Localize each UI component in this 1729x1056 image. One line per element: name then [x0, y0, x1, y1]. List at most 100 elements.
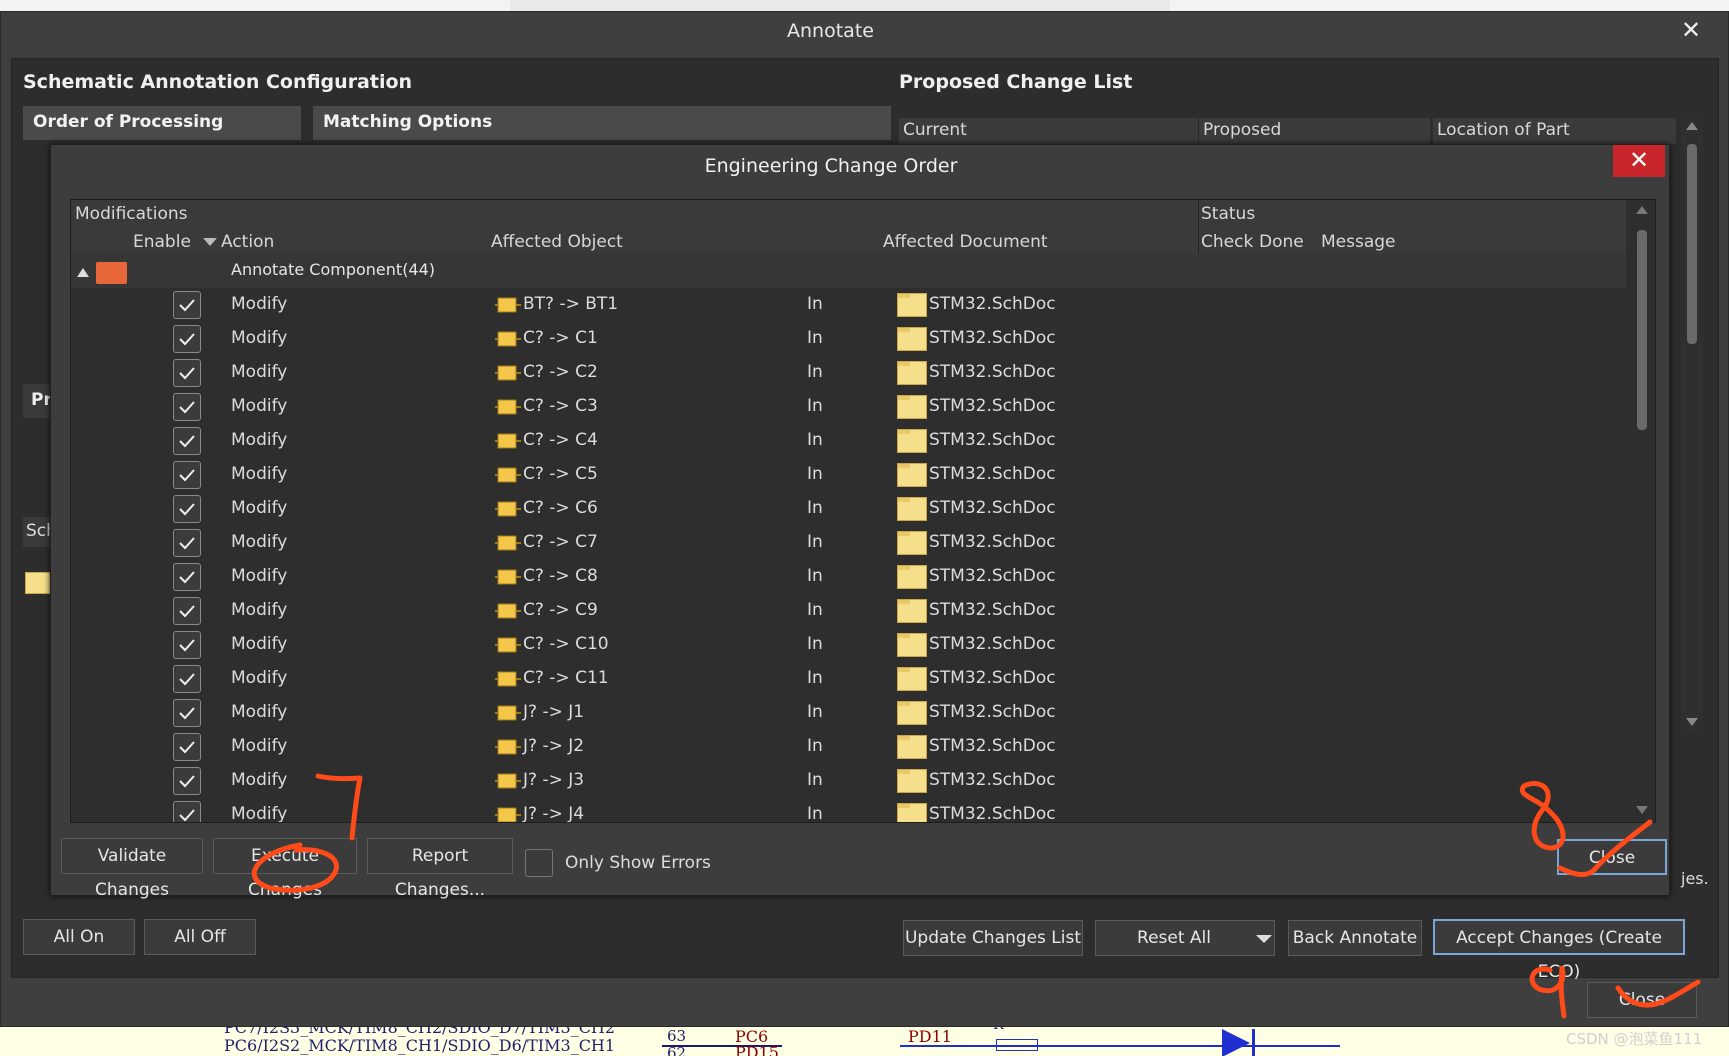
affected-document-cell: STM32.SchDoc	[929, 396, 1056, 416]
enable-checkbox[interactable]	[173, 325, 201, 353]
column-affected-object[interactable]: Affected Object	[491, 232, 623, 252]
enable-checkbox[interactable]	[173, 291, 201, 319]
pcl-scrollbar[interactable]	[1681, 118, 1703, 733]
eco-scrollbar[interactable]	[1629, 200, 1655, 822]
eco-row[interactable]: Modify C? -> C4 In STM32.SchDoc	[71, 424, 1626, 458]
enable-checkbox[interactable]	[173, 631, 201, 659]
reset-all-dropdown-icon[interactable]	[1253, 920, 1275, 956]
eco-row[interactable]: Modify BT? -> BT1 In STM32.SchDoc	[71, 288, 1626, 322]
annotate-close-button[interactable]: Close	[1587, 982, 1697, 1018]
eco-row[interactable]: Modify J? -> J4 In STM32.SchDoc	[71, 798, 1626, 823]
action-cell: Modify	[231, 566, 288, 586]
pin-number-63: 63	[667, 1027, 687, 1045]
action-cell: Modify	[231, 362, 288, 382]
execute-changes-button[interactable]: Execute Changes	[213, 838, 357, 900]
eco-row[interactable]: Modify C? -> C7 In STM32.SchDoc	[71, 526, 1626, 560]
eco-row[interactable]: Modify C? -> C3 In STM32.SchDoc	[71, 390, 1626, 424]
column-enable[interactable]: Enable	[133, 232, 191, 252]
column-affected-document[interactable]: Affected Document	[883, 232, 1048, 252]
enable-checkbox[interactable]	[173, 427, 201, 455]
component-icon	[495, 467, 521, 483]
affected-object-cell: C? -> C1	[523, 328, 598, 348]
update-changes-list-button[interactable]: Update Changes List	[903, 920, 1083, 956]
eco-scroll-thumb[interactable]	[1637, 230, 1647, 430]
only-show-errors-checkbox[interactable]	[525, 849, 553, 877]
enable-checkbox[interactable]	[173, 563, 201, 591]
collapse-triangle-icon[interactable]	[77, 268, 89, 277]
reset-all-button[interactable]: Reset All	[1095, 920, 1275, 956]
enable-checkbox[interactable]	[173, 801, 201, 822]
eco-row[interactable]: Modify C? -> C8 In STM32.SchDoc	[71, 560, 1626, 594]
schematic-canvas[interactable]: PC7/I2S3_MCK/TIM8_CH2/SDIO_D7/TIM3_CH2 P…	[0, 1027, 1729, 1056]
tab-matching-options[interactable]: Matching Options	[313, 106, 891, 140]
annotate-close-icon[interactable]: ✕	[1673, 16, 1709, 48]
eco-row[interactable]: Modify J? -> J2 In STM32.SchDoc	[71, 730, 1626, 764]
enable-checkbox[interactable]	[173, 733, 201, 761]
pcl-column-proposed[interactable]: Proposed	[1199, 118, 1431, 144]
document-icon	[897, 531, 927, 555]
pcl-column-location[interactable]: Location of Part	[1433, 118, 1677, 144]
all-on-button[interactable]: All On	[23, 919, 135, 955]
enable-checkbox[interactable]	[173, 597, 201, 625]
eco-row[interactable]: Modify J? -> J1 In STM32.SchDoc	[71, 696, 1626, 730]
action-cell: Modify	[231, 804, 288, 823]
affected-object-cell: C? -> C9	[523, 600, 598, 620]
scroll-down-icon[interactable]	[1636, 806, 1648, 814]
eco-row[interactable]: Modify C? -> C10 In STM32.SchDoc	[71, 628, 1626, 662]
pcl-column-current[interactable]: Current	[899, 118, 1199, 144]
eco-row[interactable]: Modify J? -> J3 In STM32.SchDoc	[71, 764, 1626, 798]
component-icon	[495, 637, 521, 653]
column-done[interactable]: Done	[1259, 232, 1304, 252]
enable-checkbox[interactable]	[173, 393, 201, 421]
enable-checkbox[interactable]	[173, 665, 201, 693]
only-show-errors-label[interactable]: Only Show Errors	[565, 853, 711, 873]
affected-object-cell: J? -> J4	[523, 804, 585, 823]
in-cell: In	[807, 464, 823, 484]
partial-tab-pr[interactable]: Pr	[23, 384, 53, 418]
group-label: Annotate Component(44)	[231, 260, 436, 279]
affected-document-cell: STM32.SchDoc	[929, 294, 1056, 314]
accept-changes-button[interactable]: Accept Changes (Create ECO)	[1433, 919, 1685, 982]
sort-dropdown-icon[interactable]	[203, 238, 217, 246]
validate-changes-button[interactable]: Validate Changes	[61, 838, 203, 900]
enable-checkbox[interactable]	[173, 359, 201, 387]
affected-document-cell: STM32.SchDoc	[929, 498, 1056, 518]
affected-object-cell: C? -> C2	[523, 362, 598, 382]
affected-object-cell: C? -> C11	[523, 668, 609, 688]
net-label-pd15: PD15	[735, 1043, 779, 1056]
eco-row[interactable]: Modify C? -> C1 In STM32.SchDoc	[71, 322, 1626, 356]
component-icon	[495, 569, 521, 585]
scroll-down-icon[interactable]	[1686, 718, 1698, 726]
enable-checkbox[interactable]	[173, 461, 201, 489]
eco-row[interactable]: Modify C? -> C6 In STM32.SchDoc	[71, 492, 1626, 526]
pcl-scroll-thumb[interactable]	[1687, 144, 1697, 344]
column-check[interactable]: Check	[1201, 232, 1253, 252]
group-row[interactable]: Annotate Component(44)	[71, 254, 1626, 288]
enable-checkbox[interactable]	[173, 699, 201, 727]
eco-row[interactable]: Modify C? -> C9 In STM32.SchDoc	[71, 594, 1626, 628]
enable-checkbox[interactable]	[173, 495, 201, 523]
affected-document-cell: STM32.SchDoc	[929, 328, 1056, 348]
in-cell: In	[807, 498, 823, 518]
document-icon	[897, 769, 927, 793]
eco-close-button[interactable]: Close	[1557, 839, 1667, 875]
action-cell: Modify	[231, 294, 288, 314]
eco-row[interactable]: Modify C? -> C2 In STM32.SchDoc	[71, 356, 1626, 390]
column-action[interactable]: Action	[221, 232, 274, 252]
all-off-button[interactable]: All Off	[144, 919, 256, 955]
enable-checkbox[interactable]	[173, 529, 201, 557]
tab-order-of-processing[interactable]: Order of Processing	[23, 106, 301, 140]
scroll-up-icon[interactable]	[1636, 206, 1648, 214]
eco-row[interactable]: Modify C? -> C11 In STM32.SchDoc	[71, 662, 1626, 696]
scroll-up-icon[interactable]	[1686, 122, 1698, 130]
eco-close-icon[interactable]: ✕	[1613, 145, 1665, 177]
report-changes-button[interactable]: Report Changes...	[367, 838, 513, 900]
back-annotate-button[interactable]: Back Annotate	[1288, 920, 1422, 956]
affected-object-cell: C? -> C3	[523, 396, 598, 416]
eco-row[interactable]: Modify C? -> C5 In STM32.SchDoc	[71, 458, 1626, 492]
in-cell: In	[807, 532, 823, 552]
column-message[interactable]: Message	[1321, 232, 1396, 252]
document-icon	[897, 599, 927, 623]
enable-checkbox[interactable]	[173, 767, 201, 795]
component-icon	[495, 535, 521, 551]
